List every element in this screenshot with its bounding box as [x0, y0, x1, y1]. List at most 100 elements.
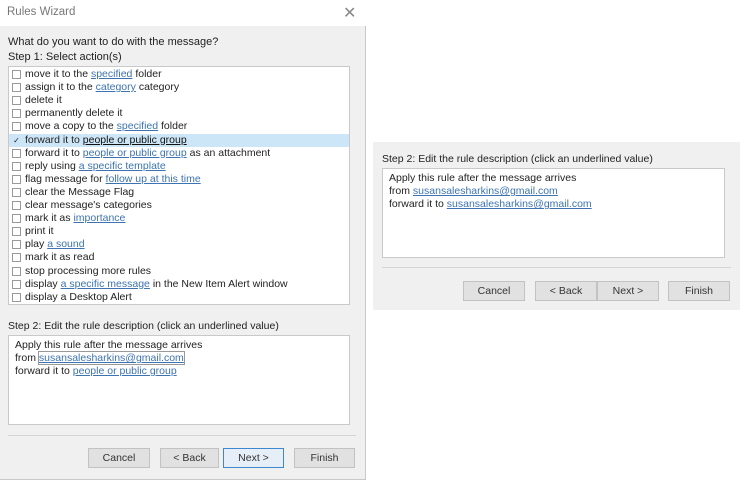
action-label: move it to the specified folder: [25, 68, 162, 81]
rules-wizard-dialog: Rules Wizard ✕ What do you want to do wi…: [0, 0, 366, 480]
panel-finish-button[interactable]: Finish: [668, 281, 730, 301]
action-value-link[interactable]: a specific message: [61, 278, 150, 290]
panel-back-button[interactable]: < Back: [535, 281, 597, 301]
checkbox[interactable]: [12, 201, 21, 210]
action-item[interactable]: move it to the specified folder: [9, 68, 349, 81]
action-value-link[interactable]: importance: [73, 212, 125, 224]
checkbox[interactable]: [12, 240, 21, 250]
panel-forward-address-link[interactable]: susansalesharkins@gmail.com: [447, 198, 592, 210]
people-or-group-link[interactable]: people or public group: [73, 365, 177, 377]
checkbox[interactable]: [12, 70, 21, 79]
cancel-button[interactable]: Cancel: [88, 448, 150, 468]
action-item[interactable]: ✓ forward it to people or public group: [9, 133, 349, 147]
checkbox[interactable]: [12, 174, 21, 184]
action-text: folder: [158, 120, 188, 133]
finish-button[interactable]: Finish: [294, 448, 355, 468]
action-text: display a Desktop Alert: [25, 290, 132, 303]
action-value-link[interactable]: specified: [91, 68, 132, 80]
action-text: forward it to: [25, 146, 83, 159]
action-item[interactable]: permanently delete it: [9, 107, 349, 120]
action-item[interactable]: mark it as importance: [9, 212, 349, 225]
action-item[interactable]: forward it to people or public group as …: [9, 147, 349, 160]
action-text: in the New Item Alert window: [149, 277, 288, 290]
action-item[interactable]: assign it to the category category: [9, 81, 349, 94]
action-label: clear message's categories: [25, 199, 152, 212]
action-value-link[interactable]: specified: [117, 120, 158, 132]
action-text: delete it: [25, 94, 62, 107]
action-item[interactable]: delete it: [9, 94, 349, 107]
action-item[interactable]: flag message for follow up at this time: [9, 173, 349, 186]
action-text: mark it as: [25, 212, 74, 225]
action-value-link[interactable]: people or public group: [83, 147, 187, 159]
action-item[interactable]: mark it as read: [9, 251, 349, 264]
action-item[interactable]: display a specific message in the New It…: [9, 278, 349, 291]
action-text: play: [25, 238, 48, 251]
action-label: mark it as read: [25, 251, 94, 264]
action-label: flag message for follow up at this time: [25, 173, 201, 186]
action-value-link[interactable]: a sound: [47, 238, 84, 250]
panel-desc-forward-prefix: forward it to: [389, 198, 447, 210]
next-button[interactable]: Next >: [223, 448, 284, 468]
panel-from-address-link[interactable]: susansalesharkins@gmail.com: [413, 185, 558, 197]
action-label: display a Desktop Alert: [25, 291, 132, 304]
checkbox[interactable]: [12, 253, 21, 263]
action-label: display a specific message in the New It…: [25, 278, 288, 291]
checkbox[interactable]: [12, 83, 21, 93]
action-item[interactable]: stop processing more rules: [9, 265, 349, 278]
action-label: forward it to people or public group: [25, 134, 187, 147]
action-label: delete it: [25, 94, 62, 107]
action-item[interactable]: move a copy to the specified folder: [9, 120, 349, 133]
from-address-link[interactable]: susansalesharkins@gmail.com: [37, 351, 185, 365]
action-item[interactable]: clear the Message Flag: [9, 186, 349, 199]
checkbox[interactable]: [12, 187, 21, 197]
step1-label: Step 1: Select action(s): [8, 51, 122, 63]
checkbox[interactable]: [12, 122, 21, 132]
action-text: assign it to the: [25, 81, 96, 94]
panel-cancel-button[interactable]: Cancel: [463, 281, 525, 301]
action-text: reply using: [25, 159, 79, 172]
action-label: permanently delete it: [25, 107, 122, 120]
checkbox[interactable]: [12, 148, 21, 158]
checkbox-checked[interactable]: ✓: [12, 136, 21, 145]
action-value-link[interactable]: people or public group: [83, 134, 187, 146]
checkbox[interactable]: [12, 292, 21, 302]
panel-step2-label: Step 2: Edit the rule description (click…: [382, 153, 653, 165]
action-text: as an attachment: [186, 146, 271, 159]
question-label: What do you want to do with the message?: [8, 36, 219, 48]
action-text: move a copy to the: [25, 120, 117, 133]
step2-label: Step 2: Edit the rule description (click…: [8, 320, 279, 332]
panel-next-button[interactable]: Next >: [597, 281, 659, 301]
action-label: mark it as importance: [25, 212, 125, 225]
action-value-link[interactable]: category: [96, 81, 136, 93]
action-value-link[interactable]: a specific template: [79, 160, 166, 172]
close-icon[interactable]: ✕: [343, 3, 356, 23]
rule-description-box: Apply this rule after the message arrive…: [8, 335, 350, 425]
checkbox[interactable]: [12, 266, 21, 276]
checkbox[interactable]: [12, 109, 21, 119]
checkbox[interactable]: [12, 96, 21, 106]
back-button[interactable]: < Back: [160, 448, 219, 468]
desc-from-prefix: from: [15, 352, 39, 364]
checkbox[interactable]: [12, 227, 21, 237]
desc-line-apply: Apply this rule after the message arrive…: [15, 339, 203, 351]
action-value-link[interactable]: follow up at this time: [106, 173, 201, 185]
checkbox[interactable]: [12, 214, 21, 224]
checkbox[interactable]: [12, 161, 21, 171]
action-text: print it: [25, 225, 54, 238]
action-item[interactable]: clear message's categories: [9, 199, 349, 212]
action-item[interactable]: print it: [9, 225, 349, 238]
divider: [8, 435, 356, 436]
panel-divider: [382, 267, 731, 268]
action-label: print it: [25, 225, 54, 238]
actions-list[interactable]: move it to the specified folder assign it…: [8, 66, 350, 305]
action-item[interactable]: play a sound: [9, 238, 349, 251]
action-label: assign it to the category category: [25, 81, 179, 94]
checkbox[interactable]: [12, 279, 21, 289]
desc-forward-prefix: forward it to: [15, 365, 73, 377]
action-item[interactable]: reply using a specific template: [9, 160, 349, 173]
action-text: flag message for: [25, 172, 106, 185]
action-item[interactable]: display a Desktop Alert: [9, 291, 349, 304]
action-label: play a sound: [25, 238, 85, 251]
dialog-title: Rules Wizard: [7, 6, 76, 18]
panel-desc-line-apply: Apply this rule after the message arrive…: [389, 172, 577, 184]
